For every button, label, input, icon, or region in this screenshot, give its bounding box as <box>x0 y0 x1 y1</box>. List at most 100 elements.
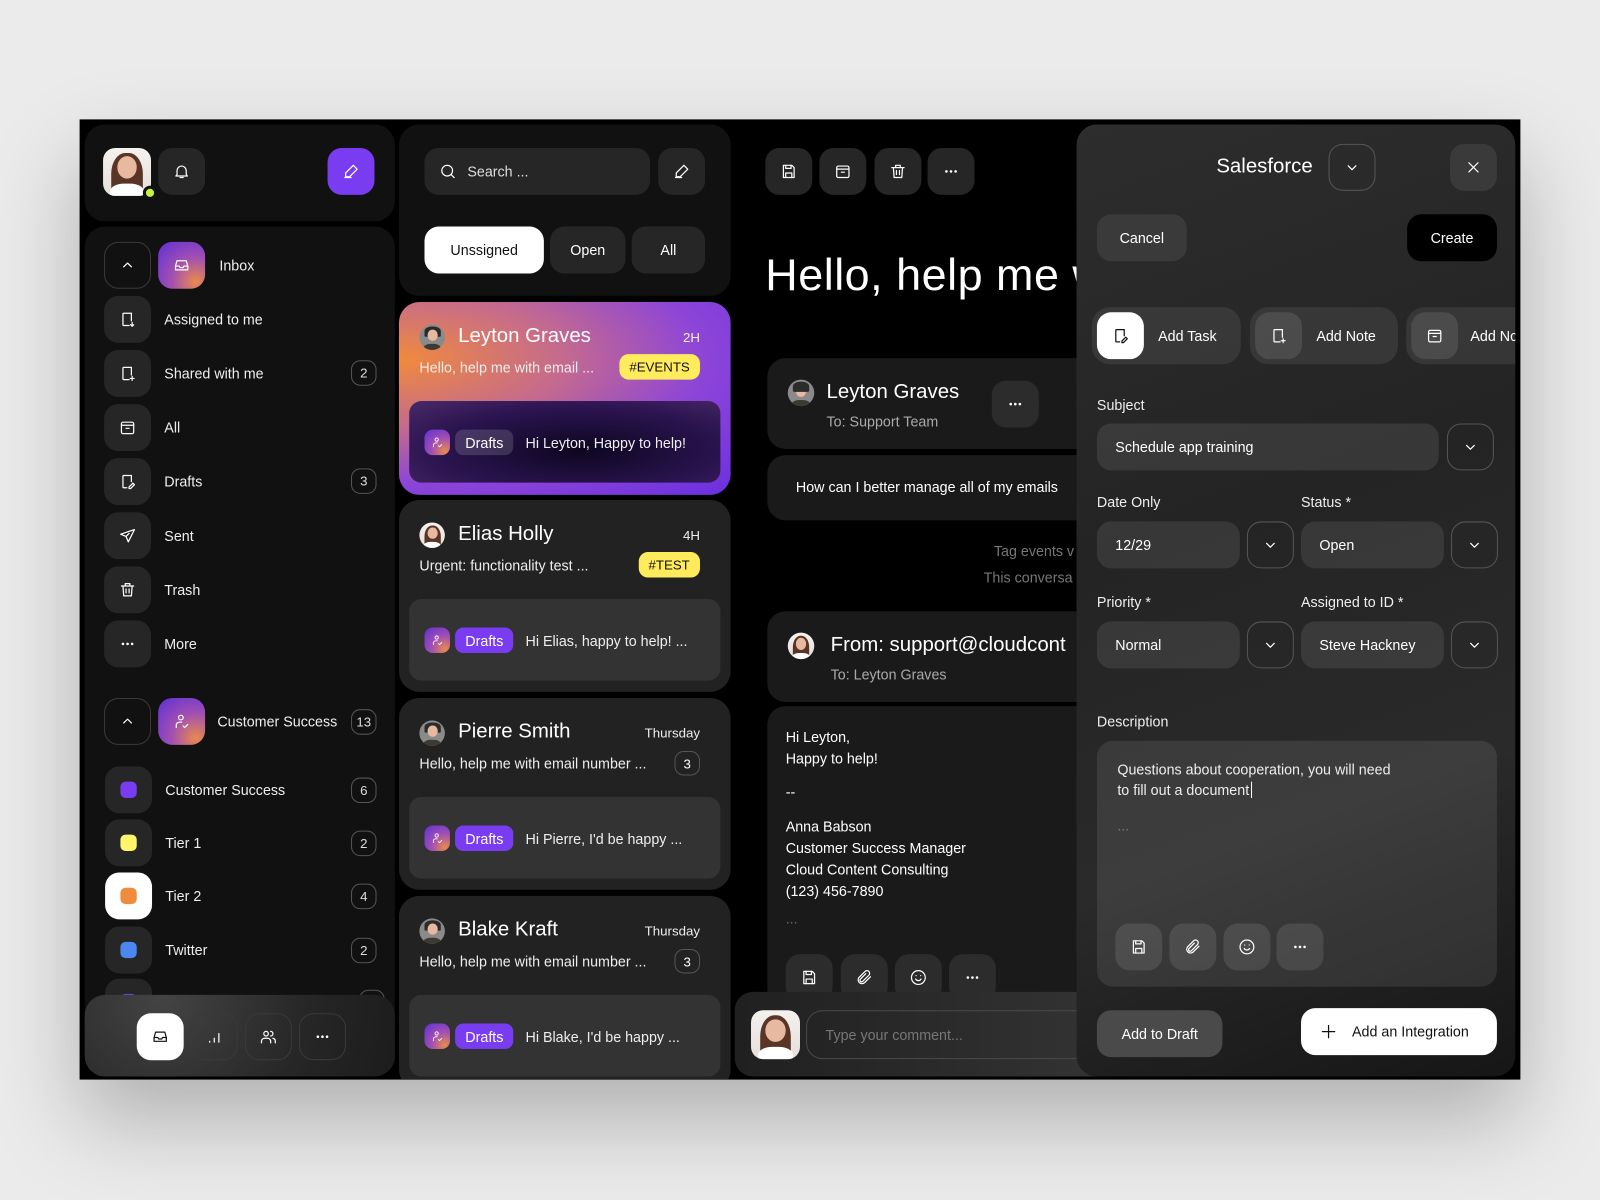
add-note-label: Add Note <box>1316 327 1376 344</box>
description-textarea[interactable]: Questions about cooperation, you will ne… <box>1096 740 1497 987</box>
bar-chart-icon <box>205 1028 223 1046</box>
edit-button[interactable] <box>658 147 706 195</box>
conversation-item[interactable]: Blake Kraft Thursday Hello, help me with… <box>398 895 731 1080</box>
sidebar-item-shared-with-me[interactable]: Shared with me 2 <box>85 349 395 397</box>
doc-edit-icon <box>1111 327 1129 345</box>
compose-button[interactable] <box>327 147 375 195</box>
close-button[interactable] <box>1449 143 1497 191</box>
date-field[interactable]: 12/29 <box>1096 521 1240 569</box>
date-dropdown[interactable] <box>1246 521 1294 569</box>
snippet: Urgent: functionality test ... <box>419 557 589 574</box>
add-note-button[interactable]: Add Note <box>1249 307 1398 365</box>
save-button[interactable] <box>765 147 813 195</box>
sidebar-item-label: Twitter <box>165 941 208 959</box>
subject-field[interactable]: Schedule app training <box>1096 423 1439 471</box>
add-task-button[interactable]: Add Task <box>1091 307 1241 365</box>
doc-download-icon <box>118 310 136 328</box>
conversation-item[interactable]: Elias Holly 4H Urgent: functionality tes… <box>398 499 731 692</box>
sidebar-item-label: Tier 1 <box>165 834 202 852</box>
conversation-item[interactable]: Pierre Smith Thursday Hello, help me wit… <box>398 697 731 890</box>
tab-unassigned[interactable]: Unssigned <box>424 226 544 274</box>
priority-field[interactable]: Normal <box>1096 621 1240 669</box>
sidebar-item-drafts[interactable]: Drafts 3 <box>85 458 395 506</box>
collapse-button[interactable] <box>104 697 152 745</box>
message-text: How can I better manage all of my emails <box>795 478 1058 495</box>
draft-preview[interactable]: Drafts Hi Leyton, Happy to help! <box>409 401 721 483</box>
bottom-nav-bar-chart[interactable] <box>190 1013 238 1061</box>
more-button[interactable] <box>927 147 975 195</box>
sidebar-item-assigned-to-me[interactable]: Assigned to me <box>85 295 395 343</box>
trash-icon <box>889 162 907 180</box>
draft-text: Hi Elias, happy to help! ... <box>525 632 688 649</box>
notifications-button[interactable] <box>158 147 206 195</box>
tag-badge[interactable]: #TEST <box>638 552 700 578</box>
message-more-button[interactable] <box>991 380 1039 428</box>
archive-icon-box <box>104 404 152 452</box>
add-other-button[interactable]: Add Nc <box>1406 307 1516 365</box>
bottom-nav-inbox[interactable] <box>136 1013 184 1061</box>
tab-all[interactable]: All <box>631 226 706 274</box>
archive-button[interactable] <box>819 147 867 195</box>
app-window: Inbox Assigned to me Shared with me 2 Al… <box>79 119 1521 1080</box>
sidebar-item-sent[interactable]: Sent <box>85 512 395 560</box>
sidebar-item-tier-2[interactable]: Tier 2 4 <box>85 872 395 920</box>
add-to-draft-button[interactable]: Add to Draft <box>1096 1010 1223 1058</box>
sidebar-item-inbox[interactable]: Inbox <box>85 241 395 289</box>
sidebar-item-trash[interactable]: Trash <box>85 566 395 614</box>
status-label: Status * <box>1301 493 1352 511</box>
draft-preview[interactable]: Drafts Hi Pierre, I'd be happy ... <box>409 796 721 879</box>
status-dropdown[interactable] <box>1451 521 1498 569</box>
sidebar-item-more[interactable]: More <box>85 620 395 668</box>
create-button[interactable]: Create <box>1407 214 1497 262</box>
online-status-dot <box>142 185 158 200</box>
assigned-dropdown[interactable] <box>1451 621 1498 669</box>
timestamp: Thursday <box>644 923 700 939</box>
sidebar-item-label: Drafts <box>164 473 203 490</box>
drafts-pill: Drafts <box>455 429 514 456</box>
label-color-dot <box>120 834 137 852</box>
assigned-label: Assigned to ID * <box>1301 593 1404 611</box>
attach-button[interactable] <box>1169 923 1217 971</box>
user-check-icon <box>424 1023 450 1049</box>
label-color-dot <box>120 887 137 905</box>
user-check-icon <box>424 627 450 654</box>
save-button[interactable] <box>1115 923 1163 971</box>
assigned-field[interactable]: Steve Hackney <box>1301 621 1444 669</box>
draft-preview[interactable]: Drafts Hi Elias, happy to help! ... <box>409 598 721 681</box>
add-integration-button[interactable]: Add an Integration <box>1301 1008 1497 1056</box>
delete-button[interactable] <box>874 147 922 195</box>
paperclip-icon <box>855 968 873 986</box>
emoji-button[interactable] <box>1223 923 1271 971</box>
more-button[interactable] <box>1276 923 1324 971</box>
tag-badge[interactable]: #EVENTS <box>619 354 700 380</box>
sidebar-item-customer-success[interactable]: Customer Success 6 <box>85 766 395 814</box>
reply-ellipsis: ... <box>785 910 798 927</box>
date-label: Date Only <box>1096 493 1161 511</box>
sidebar-item-all[interactable]: All <box>85 404 395 452</box>
comment-input[interactable]: Type your comment... <box>806 1010 1113 1060</box>
sidebar-item-label: Assigned to me <box>164 311 263 328</box>
bottom-nav-users[interactable] <box>244 1013 292 1061</box>
bottom-nav-dots[interactable] <box>298 1013 346 1061</box>
conversation-item[interactable]: Leyton Graves 2H Hello, help me with ema… <box>398 302 731 495</box>
search-input[interactable]: Search ... <box>424 147 650 195</box>
reply-line: Hi Leyton, <box>785 728 851 745</box>
group-customer-success[interactable]: Customer Success 13 <box>85 697 395 745</box>
dots-icon <box>1291 938 1309 956</box>
draft-preview[interactable]: Drafts Hi Blake, I'd be happy ... <box>409 994 721 1077</box>
commenter-avatar <box>751 1010 800 1060</box>
add-other-label: Add Nc <box>1470 327 1516 344</box>
sidebar-item-tier-1[interactable]: Tier 1 2 <box>85 819 395 867</box>
priority-dropdown[interactable] <box>1246 621 1294 669</box>
pen-icon <box>342 162 360 180</box>
tab-open[interactable]: Open <box>549 226 626 274</box>
sidebar-item-twitter[interactable]: Twitter 2 <box>85 926 395 974</box>
users-icon <box>259 1028 277 1046</box>
collapse-button[interactable] <box>104 241 152 289</box>
status-field[interactable]: Open <box>1301 521 1444 569</box>
draft-text: Hi Pierre, I'd be happy ... <box>525 830 683 847</box>
user-check-icon <box>424 825 450 852</box>
subject-dropdown[interactable] <box>1446 423 1494 471</box>
integration-dropdown[interactable] <box>1328 143 1376 191</box>
cancel-button[interactable]: Cancel <box>1096 214 1187 262</box>
